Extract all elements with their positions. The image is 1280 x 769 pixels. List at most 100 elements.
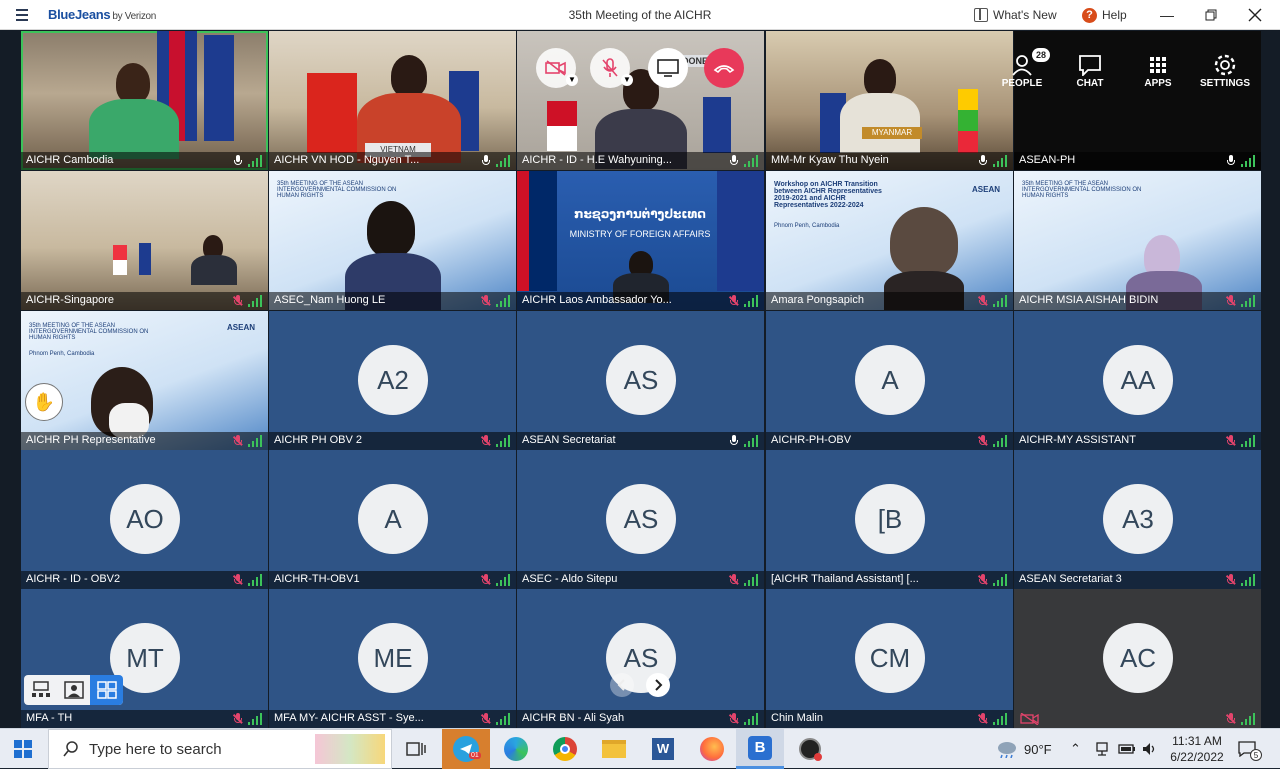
video-off-icon bbox=[1020, 713, 1039, 725]
video-tile[interactable]: Workshop on AICHR Transition between AIC… bbox=[766, 171, 1013, 310]
mic-muted-icon bbox=[978, 295, 988, 307]
mic-muted-icon bbox=[233, 713, 243, 725]
notification-center-button[interactable]: 5 bbox=[1238, 729, 1268, 769]
weather-widget[interactable]: 90°F bbox=[996, 729, 1052, 769]
video-tile[interactable]: AS ASEC - Aldo Sitepu bbox=[517, 450, 764, 589]
avatar: AC bbox=[1103, 623, 1173, 693]
self-view-tile[interactable]: AC bbox=[1014, 589, 1261, 728]
edge-icon bbox=[504, 737, 528, 761]
brand-logo: BlueJeans by Verizon bbox=[48, 7, 157, 22]
mic-muted-icon bbox=[729, 713, 739, 725]
recorder-icon bbox=[799, 738, 822, 761]
video-tile[interactable]: CM Chin Malin bbox=[766, 589, 1013, 728]
word-app[interactable]: W bbox=[639, 729, 687, 769]
screen-share-button[interactable] bbox=[648, 48, 688, 88]
hamburger-menu-icon[interactable] bbox=[14, 6, 32, 24]
layout-gallery-button[interactable] bbox=[90, 675, 123, 705]
video-tile[interactable]: A AICHR-PH-OBV bbox=[766, 311, 1013, 450]
previous-page-button[interactable] bbox=[610, 673, 634, 697]
network-icon[interactable] bbox=[1094, 729, 1110, 769]
video-tile[interactable]: [B [AICHR Thailand Assistant] [... bbox=[766, 450, 1013, 589]
whats-new-button[interactable]: What's New bbox=[974, 6, 1057, 24]
mic-icon bbox=[978, 155, 988, 167]
video-tile[interactable]: A3 ASEAN Secretariat 3 bbox=[1014, 450, 1261, 589]
participant-name: MFA - TH bbox=[26, 712, 73, 724]
chat-button[interactable]: CHAT bbox=[1060, 52, 1120, 89]
video-tile[interactable]: ກະຊວງການຕ່າງປະເທດ MINISTRY OF FOREIGN AF… bbox=[517, 171, 764, 310]
restore-button[interactable] bbox=[1188, 0, 1234, 30]
video-tile[interactable]: 35th MEETING OF THE ASEAN INTERGOVERNMEN… bbox=[269, 171, 516, 310]
firefox-app[interactable] bbox=[688, 729, 736, 769]
apps-button[interactable]: APPS bbox=[1128, 52, 1188, 89]
avatar: A2 bbox=[358, 345, 428, 415]
participant-name: AICHR MSIA AISHAH BIDIN bbox=[1019, 294, 1159, 306]
raised-hand-icon: ✋ bbox=[25, 383, 63, 421]
video-tile[interactable]: MT MFA - TH bbox=[21, 589, 268, 728]
participant-name: AICHR-TH-OBV1 bbox=[274, 573, 360, 585]
layout-people-button[interactable] bbox=[57, 675, 90, 705]
layout-speaker-button[interactable] bbox=[24, 675, 57, 705]
mic-icon bbox=[233, 155, 243, 167]
video-tile[interactable]: MYANMAR MM-Mr Kyaw Thu Nyein bbox=[766, 31, 1013, 170]
next-page-button[interactable] bbox=[646, 673, 670, 697]
video-tile[interactable]: VIETNAM AICHR VN HOD - Nguyen T... bbox=[269, 31, 516, 170]
participant-name: ASEAN-PH bbox=[1019, 154, 1076, 166]
mic-muted-icon bbox=[233, 295, 243, 307]
video-tile[interactable]: 35th MEETING OF THE ASEAN INTERGOVERNMEN… bbox=[1014, 171, 1261, 310]
volume-icon[interactable] bbox=[1142, 729, 1158, 769]
video-tile[interactable]: AICHR Cambodia bbox=[21, 31, 268, 170]
slide-text: ASEAN bbox=[972, 185, 1001, 194]
hang-up-button[interactable] bbox=[704, 48, 744, 88]
chrome-icon bbox=[553, 737, 577, 761]
avatar: AA bbox=[1103, 345, 1173, 415]
settings-button[interactable]: SETTINGS bbox=[1195, 52, 1255, 89]
signal-icon bbox=[993, 295, 1007, 307]
mic-muted-icon bbox=[978, 574, 988, 586]
search-highlight-image bbox=[315, 734, 385, 764]
battery-icon[interactable] bbox=[1118, 729, 1136, 769]
system-clock[interactable]: 11:31 AM 6/22/2022 bbox=[1164, 733, 1230, 765]
layout-selector bbox=[24, 675, 123, 705]
start-button[interactable] bbox=[0, 729, 46, 769]
recorder-app[interactable] bbox=[786, 729, 834, 769]
video-tile[interactable]: ME MFA MY- AICHR ASST - Sye... bbox=[269, 589, 516, 728]
task-view-icon bbox=[406, 742, 426, 756]
mic-icon bbox=[481, 155, 491, 167]
video-tile[interactable]: AICHR-Singapore bbox=[21, 171, 268, 310]
mic-muted-icon bbox=[1226, 295, 1236, 307]
help-button[interactable]: ? Help bbox=[1082, 6, 1127, 24]
close-button[interactable] bbox=[1232, 0, 1278, 30]
video-tile[interactable]: AA AICHR-MY ASSISTANT bbox=[1014, 311, 1261, 450]
mic-muted-icon bbox=[481, 435, 491, 447]
chrome-app[interactable] bbox=[541, 729, 589, 769]
signal-icon bbox=[993, 435, 1007, 447]
avatar: AO bbox=[110, 484, 180, 554]
mic-icon bbox=[1226, 155, 1236, 167]
bluejeans-app[interactable]: B bbox=[736, 729, 784, 769]
chevron-down-icon[interactable]: ▼ bbox=[566, 74, 578, 86]
video-tile[interactable]: AO AICHR - ID - OBV2 bbox=[21, 450, 268, 589]
task-view-button[interactable] bbox=[392, 729, 440, 769]
video-tile[interactable]: A AICHR-TH-OBV1 bbox=[269, 450, 516, 589]
chevron-down-icon[interactable]: ▼ bbox=[621, 74, 633, 86]
tray-overflow-icon[interactable]: ⌃ bbox=[1070, 729, 1081, 769]
video-tile[interactable]: 35th MEETING OF THE ASEAN INTERGOVERNMEN… bbox=[21, 311, 268, 450]
chevron-right-icon bbox=[655, 679, 663, 691]
video-tile[interactable]: AS ASEAN Secretariat bbox=[517, 311, 764, 450]
slide-text: 35th MEETING OF THE ASEAN INTERGOVERNMEN… bbox=[277, 181, 397, 199]
taskbar-search-box[interactable]: Type here to search bbox=[48, 729, 392, 769]
signal-icon bbox=[496, 435, 510, 447]
edge-app[interactable] bbox=[492, 729, 540, 769]
apps-grid-icon bbox=[1150, 57, 1166, 73]
people-button[interactable]: 28 PEOPLE bbox=[992, 48, 1052, 89]
participant-name: MM-Mr Kyaw Thu Nyein bbox=[771, 154, 889, 166]
file-explorer-app[interactable] bbox=[590, 729, 638, 769]
video-tile[interactable]: A2 AICHR PH OBV 2 bbox=[269, 311, 516, 450]
name-plate: MYANMAR bbox=[862, 127, 922, 139]
telegram-app[interactable]: 01 bbox=[442, 729, 490, 769]
slide-text: 35th MEETING OF THE ASEAN INTERGOVERNMEN… bbox=[29, 323, 149, 341]
help-icon: ? bbox=[1082, 7, 1097, 23]
participant-name: AICHR-MY ASSISTANT bbox=[1019, 434, 1136, 446]
minimize-button[interactable]: — bbox=[1144, 0, 1190, 30]
video-tile[interactable]: AS AICHR BN - Ali Syah bbox=[517, 589, 764, 728]
